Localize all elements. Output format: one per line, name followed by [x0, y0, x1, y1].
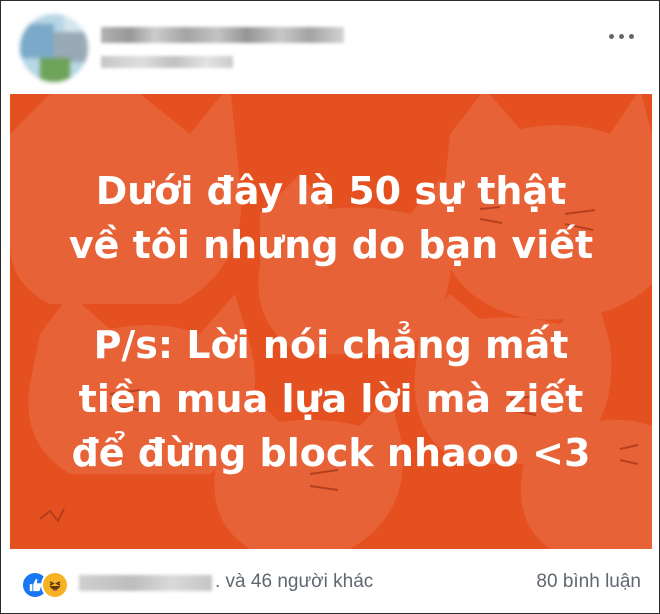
more-options-button[interactable] — [601, 25, 641, 47]
more-dot-icon — [608, 33, 614, 39]
post-footer: . và 46 người khác 80 bình luận — [1, 561, 660, 601]
reactor-name-blurred[interactable] — [79, 575, 212, 591]
post-text: Dưới đây là 50 sự thật về tôi nhưng do b… — [10, 94, 652, 549]
post-meta-blurred — [101, 56, 233, 68]
author-name-blurred[interactable] — [101, 27, 344, 43]
comment-count-link[interactable]: 80 bình luận — [536, 571, 641, 593]
haha-icon — [41, 571, 69, 599]
more-dot-icon — [618, 33, 624, 39]
post-text-line: tiền mua lựa lời mà ziết — [78, 376, 584, 421]
post-header — [1, 1, 660, 93]
post-background: Dưới đây là 50 sự thật về tôi nhưng do b… — [10, 94, 652, 549]
post-text-line: Dưới đây là 50 sự thật — [95, 168, 567, 213]
post-card: Dưới đây là 50 sự thật về tôi nhưng do b… — [0, 0, 660, 614]
post-text-line: để đừng block nhaoo <3 — [71, 430, 591, 475]
post-text-line: về tôi nhưng do bạn viết — [68, 222, 594, 267]
reaction-count-text[interactable]: . và 46 người khác — [215, 571, 373, 593]
more-dot-icon — [628, 33, 634, 39]
post-text-line: P/s: Lời nói chẳng mất — [93, 322, 569, 367]
avatar[interactable] — [20, 14, 88, 82]
reactions-summary[interactable] — [21, 571, 77, 599]
